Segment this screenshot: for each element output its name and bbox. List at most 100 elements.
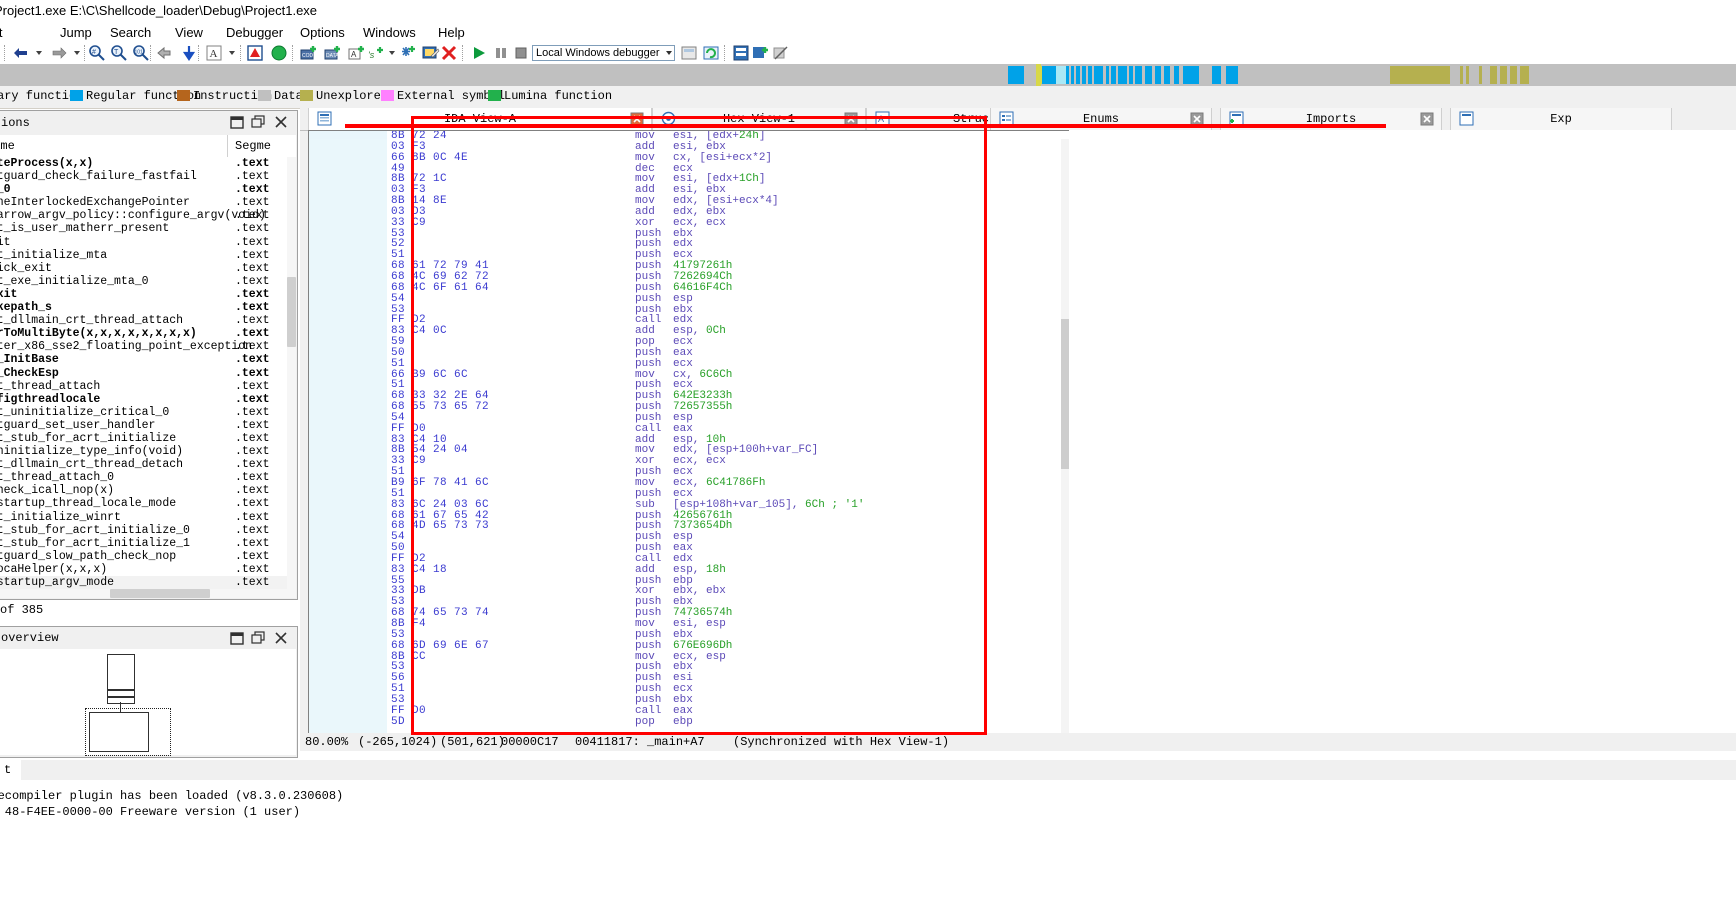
close-icon[interactable]	[273, 631, 289, 646]
function-list-row[interactable]: scrt_dllmain_crt_thread_attach.text	[0, 314, 296, 327]
functions-hscroll-thumb[interactable]	[110, 589, 210, 598]
function-list-row[interactable]: d_check_icall_nop(x).text	[0, 484, 296, 497]
graph-overview-canvas[interactable]	[0, 649, 296, 755]
undefine-icon[interactable]	[399, 44, 417, 62]
navigator-cursor[interactable]	[1036, 64, 1041, 86]
function-list-row[interactable]: et_startup_argv_mode.text	[0, 576, 296, 589]
functions-vscroll-thumb[interactable]	[287, 277, 296, 347]
disassembly-line[interactable]: 8B CCmovecx, esp	[387, 652, 1071, 663]
disassembly-line[interactable]: 8B 14 8Emovedx, [esi+ecx*4]	[387, 196, 1071, 207]
menu-item-view[interactable]: View	[175, 25, 203, 40]
warning-icon[interactable]	[246, 44, 264, 62]
function-list-row[interactable]: acrt_uninitialize_critical_0.text	[0, 406, 296, 419]
maximize-icon[interactable]	[229, 115, 245, 130]
disassembly-line[interactable]: 68 4D 65 73 73push7373654Dh	[387, 521, 1071, 532]
menu-item-jump[interactable]: Jump	[60, 25, 92, 40]
disassembly-line[interactable]: 5Dpopebp	[387, 717, 1071, 728]
make-string-icon[interactable]: A	[348, 44, 366, 62]
output-tab[interactable]: t	[0, 760, 21, 780]
function-list-row[interactable]: castguard_set_user_handler.text	[0, 419, 296, 432]
restore-icon[interactable]	[251, 115, 267, 130]
function-list-row[interactable]: vcrt_thread_attach.text	[0, 380, 296, 393]
delete-red-x-icon[interactable]	[440, 44, 458, 62]
disassembly-line[interactable]: 68 55 73 65 72push72657355h	[387, 402, 1071, 413]
jump-down-icon[interactable]	[180, 44, 198, 62]
function-list-row[interactable]: CharToMultiByte(x,x,x,x,x,x,x,x).text	[0, 327, 296, 340]
disassembly-line[interactable]: 53pushebx	[387, 695, 1071, 706]
disassembly-line[interactable]: 03 D3addedx, ebx	[387, 207, 1071, 218]
menu-bar[interactable]: itJumpSearchViewDebuggerOptionsWindowsHe…	[0, 22, 1736, 42]
make-ascii-icon[interactable]: A	[205, 44, 223, 62]
disassembly-line[interactable]: FF D0calleax	[387, 706, 1071, 717]
disassembly-line[interactable]: 66 8B 0C 4Emovcx, [esi+ecx*2]	[387, 153, 1071, 164]
disassembly-line[interactable]: 55pushebp	[387, 576, 1071, 587]
debug-options-icon[interactable]	[680, 44, 698, 62]
function-list-row[interactable]: t_narrow_argv_policy::configure_argv(voi…	[0, 209, 296, 222]
tab-exp[interactable]: Exp	[1450, 108, 1672, 130]
disassembly-line[interactable]: B9 6F 78 41 6Cmovecx, 6C41786Fh	[387, 478, 1071, 489]
function-list-row[interactable]: RTC_InitBase.text	[0, 353, 296, 366]
debug-pause-icon[interactable]	[492, 44, 510, 62]
function-list-row[interactable]: rmakepath_s.text	[0, 301, 296, 314]
functions-column-header[interactable]: Segme	[235, 139, 271, 153]
function-list-row[interactable]: vcrt_thread_attach_0.text	[0, 471, 296, 484]
disassembly-line[interactable]: 53pushebx	[387, 229, 1071, 240]
function-list-row[interactable]: scrt_stub_for_acrt_initialize.text	[0, 432, 296, 445]
functions-table[interactable]: inateProcess(x,x).textcastguard_check_fa…	[0, 157, 296, 597]
functions-horizontal-scrollbar[interactable]	[0, 589, 296, 598]
search-hex-icon[interactable]: #	[88, 44, 106, 62]
functions-vertical-scrollbar[interactable]	[287, 157, 296, 597]
disassembly-line[interactable]: FF D2calledx	[387, 315, 1071, 326]
menu-item-windows[interactable]: Windows	[363, 25, 416, 40]
function-list-row[interactable]: scrt_stub_for_acrt_initialize_0.text	[0, 524, 296, 537]
overview-viewport-selector[interactable]	[85, 708, 171, 756]
function-list-row[interactable]: nlineInterlockedExchangePointer.text	[0, 196, 296, 209]
function-list-row[interactable]: scrt_is_user_matherr_present.text	[0, 222, 296, 235]
function-list-row[interactable]: scrt_exe_initialize_mta_0.text	[0, 275, 296, 288]
add-breakpoint-icon[interactable]	[752, 44, 770, 62]
disassembly-line[interactable]: 68 6D 69 6E 67push676E696Dh	[387, 641, 1071, 652]
debug-stop-icon[interactable]	[512, 44, 530, 62]
run-green-icon[interactable]	[270, 44, 288, 62]
function-list-row[interactable]: RTC_CheckEsp.text	[0, 367, 296, 380]
maximize-icon[interactable]	[229, 631, 245, 646]
tab-close-icon[interactable]	[1420, 112, 1434, 126]
disassembly-line[interactable]: 8B F4movesi, esp	[387, 619, 1071, 630]
disassembly-line[interactable]: 8B 54 24 04movedx, [esp+100h+var_FC]	[387, 445, 1071, 456]
function-list-row[interactable]: scrt_initialize_mta.text	[0, 249, 296, 262]
disassembly-line[interactable]: 8B 72 1Cmovesi, [edx+1Ch]	[387, 174, 1071, 185]
function-list-row[interactable]: _quick_exit.text	[0, 262, 296, 275]
function-list-row[interactable]: castguard_slow_path_check_nop.text	[0, 550, 296, 563]
output-log[interactable]: s Decompiler plugin has been loaded (v8.…	[0, 780, 1736, 898]
edit-comment-icon[interactable]	[422, 44, 440, 62]
menu-item-help[interactable]: Help	[438, 25, 465, 40]
disassembly-view[interactable]: 8B 72 24movesi, [edx+24h]03 F3addesi, eb…	[308, 130, 1072, 740]
menu-item-options[interactable]: Options	[300, 25, 345, 40]
disassembly-line[interactable]: 33 C9xorecx, ecx	[387, 456, 1071, 467]
disassembly-line[interactable]: 59popecx	[387, 337, 1071, 348]
search-binary-icon[interactable]: 101	[132, 44, 150, 62]
navigate-forward-icon[interactable]	[50, 44, 68, 62]
make-data-icon[interactable]: DATA	[324, 44, 342, 62]
disassembly-line[interactable]: 53pushebx	[387, 305, 1071, 316]
disassembly-line[interactable]: FF D2calledx	[387, 554, 1071, 565]
debugger-select[interactable]: Local Windows debugger	[532, 45, 675, 61]
function-list-row[interactable]: c_exit.text	[0, 288, 296, 301]
disassembly-line[interactable]: 53pushebx	[387, 662, 1071, 673]
function-list-row[interactable]: castguard_check_failure_fastfail.text	[0, 170, 296, 183]
navigator-bar[interactable]	[898, 66, 1736, 84]
column-divider[interactable]	[227, 135, 228, 157]
function-list-row[interactable]: scrt_dllmain_crt_thread_detach.text	[0, 458, 296, 471]
disassembly-line[interactable]: 54pushesp	[387, 294, 1071, 305]
function-list-row[interactable]: xit_0.text	[0, 183, 296, 196]
close-icon[interactable]	[273, 115, 289, 130]
jump-to-icon[interactable]	[155, 44, 173, 62]
disassembly-line[interactable]: 68 4C 6F 61 64push64616F4Ch	[387, 283, 1071, 294]
functions-column-header[interactable]: name	[0, 139, 15, 153]
disassembly-line[interactable]: 54pushesp	[387, 413, 1071, 424]
search-text-icon[interactable]: T	[110, 44, 128, 62]
disassembly-line[interactable]: 68 74 65 73 74push74736574h	[387, 608, 1071, 619]
disassembly-line[interactable]: FF D0calleax	[387, 424, 1071, 435]
menu-item-debugger[interactable]: Debugger	[226, 25, 283, 40]
function-list-row[interactable]: filter_x86_sse2_floating_point_exception…	[0, 340, 296, 353]
